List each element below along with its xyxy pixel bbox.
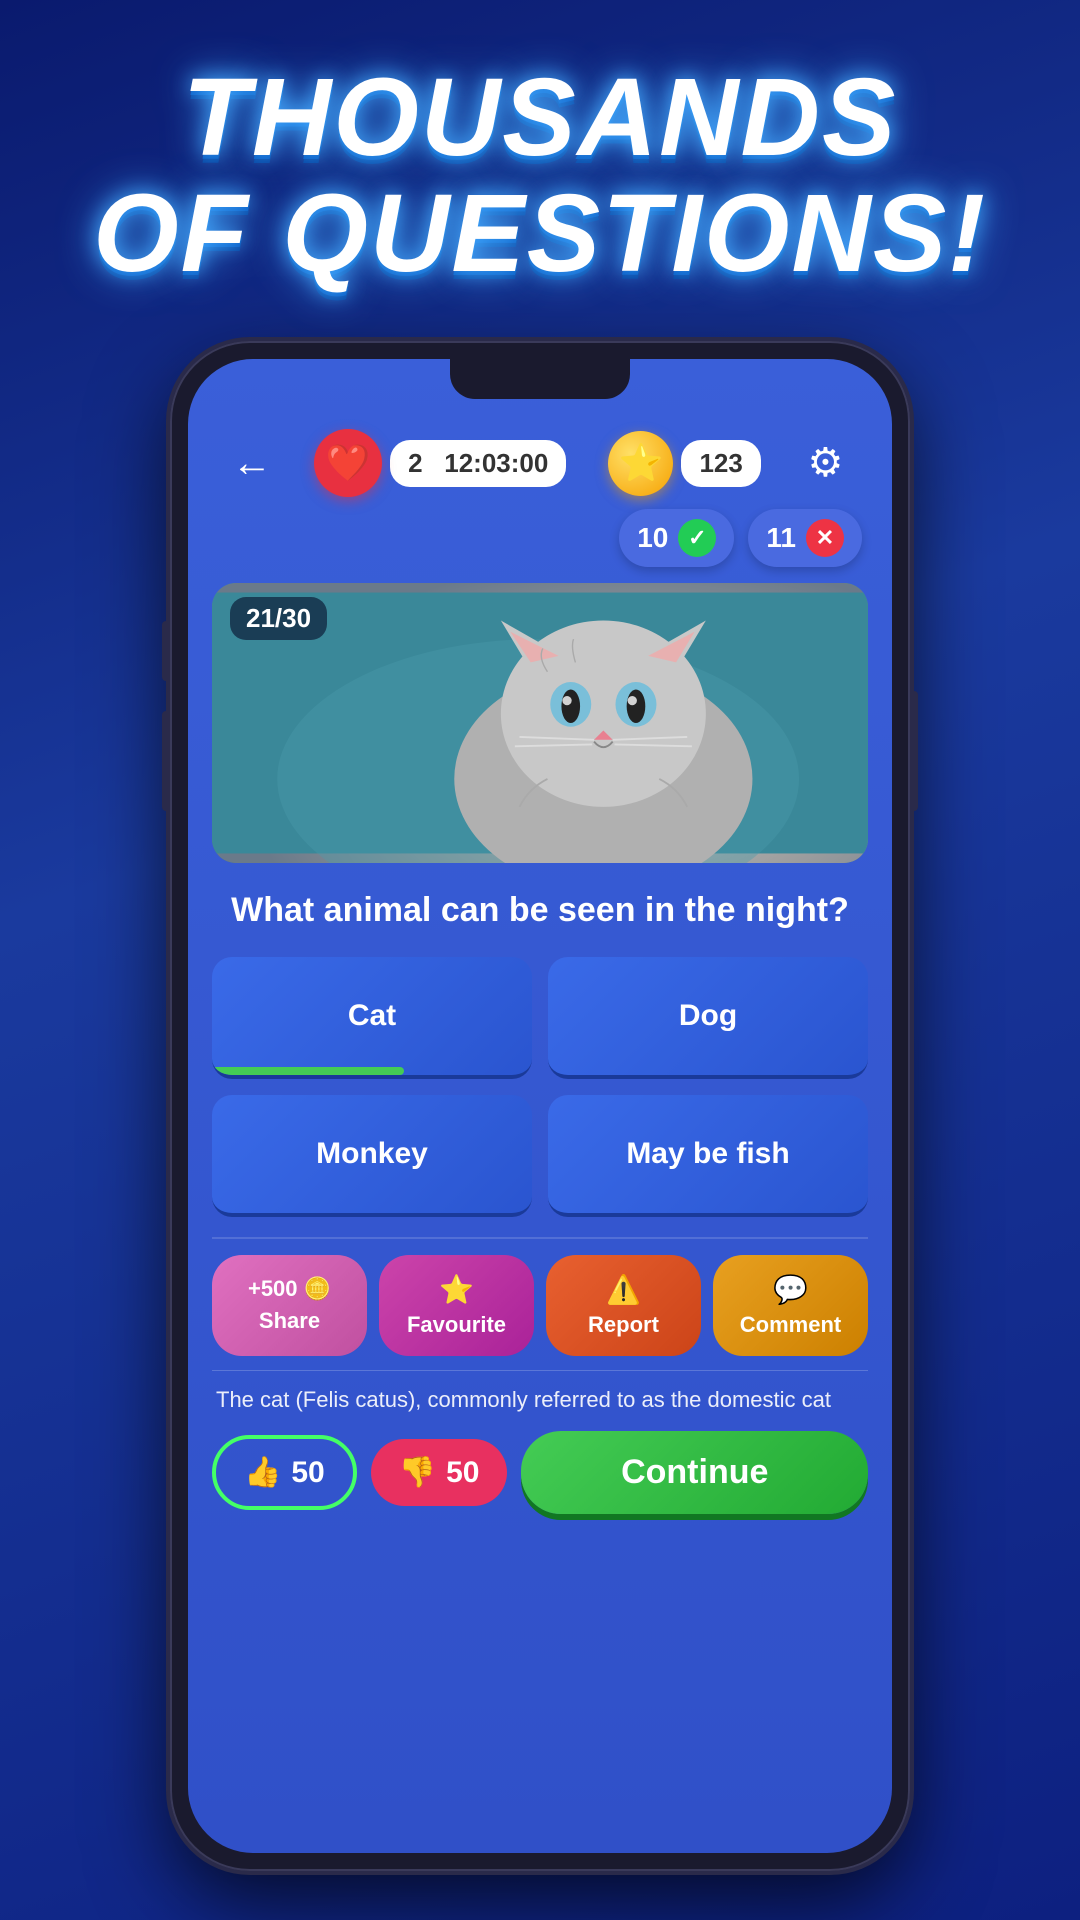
share-prefix: +500 🪙: [248, 1276, 331, 1302]
question-counter: 21/30: [230, 597, 327, 640]
check-icon: ✓: [678, 519, 716, 557]
answer-dog-label: Dog: [679, 999, 737, 1033]
side-button-left-top: [162, 621, 170, 681]
wrong-count: 11: [766, 522, 796, 554]
side-button-right: [910, 691, 918, 811]
answers-row-top: Cat Dog: [212, 957, 868, 1079]
comment-label: Comment: [740, 1312, 841, 1338]
x-icon: ✕: [806, 519, 844, 557]
continue-button[interactable]: Continue: [521, 1431, 868, 1514]
favourite-label: Favourite: [407, 1312, 506, 1338]
gear-icon: ⚙: [808, 440, 844, 486]
answer-monkey[interactable]: Monkey: [212, 1095, 532, 1217]
correct-score-badge: 10 ✓: [619, 509, 734, 567]
downvote-button[interactable]: 👎 50: [371, 1439, 508, 1506]
thumbs-up-icon: 👍: [244, 1455, 281, 1490]
phone-notch: [450, 359, 630, 399]
downvote-count: 50: [446, 1456, 479, 1490]
answers-grid: Cat Dog Monkey May be fish: [212, 957, 868, 1217]
answer-dog[interactable]: Dog: [548, 957, 868, 1079]
score-row: 10 ✓ 11 ✕: [212, 509, 868, 567]
lives-value: 2: [408, 448, 422, 478]
coin-icon: [608, 431, 673, 496]
upvote-button[interactable]: 👍 50: [212, 1435, 357, 1510]
wrong-score-badge: 11 ✕: [748, 509, 862, 567]
comment-icon: 💬: [773, 1273, 808, 1306]
upvote-count: 50: [291, 1456, 324, 1490]
continue-label: Continue: [621, 1453, 768, 1491]
lives-count: 2 12:03:00: [390, 440, 566, 487]
back-button[interactable]: ←: [222, 433, 282, 493]
description-text: The cat (Felis catus), commonly referred…: [212, 1370, 868, 1416]
answer-monkey-label: Monkey: [316, 1137, 428, 1171]
bottom-buttons: 👍 50 👎 50 Continue: [212, 1431, 868, 1514]
share-label: Share: [259, 1308, 320, 1334]
comment-button[interactable]: 💬 Comment: [713, 1255, 868, 1356]
coins-section: 123: [608, 431, 760, 496]
answer-fish[interactable]: May be fish: [548, 1095, 868, 1217]
header-bar: ← 2 12:03:00 123: [212, 429, 868, 497]
answer-cat-label: Cat: [348, 999, 396, 1033]
action-bar: +500 🪙 Share ⭐ Favourite ⚠️ Report 💬 Com…: [212, 1237, 868, 1356]
timer-value: 12:03:00: [444, 448, 548, 478]
back-arrow-icon: ←: [232, 441, 272, 486]
settings-button[interactable]: ⚙: [793, 431, 858, 496]
question-text: What animal can be seen in the night?: [212, 887, 868, 935]
favourite-button[interactable]: ⭐ Favourite: [379, 1255, 534, 1356]
title-section: THOUSANDS OF QUESTIONS!: [93, 60, 987, 291]
report-button[interactable]: ⚠️ Report: [546, 1255, 701, 1356]
thumbs-down-icon: 👎: [399, 1455, 436, 1490]
warning-icon: ⚠️: [606, 1273, 641, 1306]
answer-cat[interactable]: Cat: [212, 957, 532, 1079]
question-image-container: 21/30: [212, 583, 868, 863]
heart-icon: [314, 429, 382, 497]
coins-count: 123: [681, 440, 760, 487]
report-label: Report: [588, 1312, 659, 1338]
side-button-left-bottom: [162, 711, 170, 811]
star-icon: ⭐: [439, 1273, 474, 1306]
heart-wrap: [314, 429, 382, 497]
title-line2: OF QUESTIONS!: [93, 176, 987, 292]
phone-screen: ← 2 12:03:00 123: [188, 359, 892, 1853]
screen-content: ← 2 12:03:00 123: [188, 409, 892, 1514]
answer-fish-label: May be fish: [626, 1137, 789, 1171]
correct-count: 10: [637, 522, 668, 554]
phone-wrapper: ← 2 12:03:00 123: [170, 341, 910, 1871]
lives-section: 2 12:03:00: [314, 429, 566, 497]
title-line1: THOUSANDS: [93, 60, 987, 176]
answers-row-bottom: Monkey May be fish: [212, 1095, 868, 1217]
share-button[interactable]: +500 🪙 Share: [212, 1255, 367, 1356]
